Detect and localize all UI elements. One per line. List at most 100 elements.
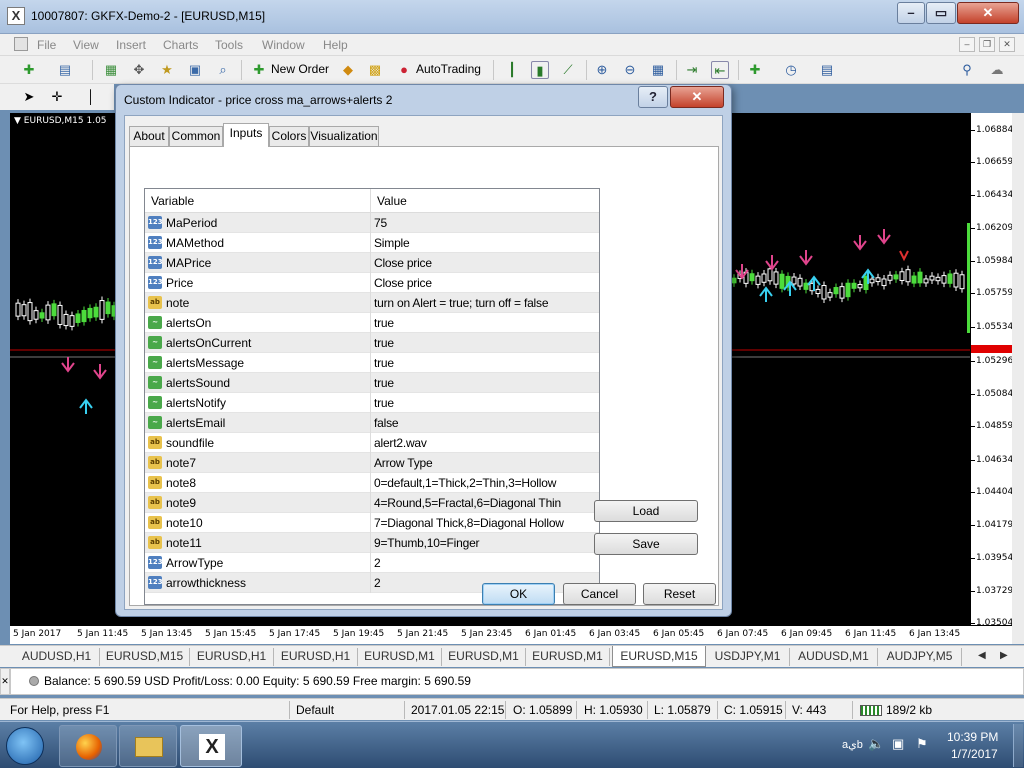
new-chart-icon[interactable]: ✚ [20,61,38,79]
input-value-cell[interactable]: Close price [374,256,432,270]
metatrader-taskbar-button[interactable]: X [180,725,242,767]
input-row[interactable]: ~ alertsMessage true [145,353,599,373]
dialog-close-button[interactable]: ✕ [670,86,724,108]
terminal-close-icon[interactable]: ✕ [0,668,10,695]
column-header-variable[interactable]: Variable [145,189,371,213]
menu-charts[interactable]: Charts [163,38,198,52]
chart-tab[interactable]: EURUSD,M1 [358,648,442,666]
input-value-cell[interactable]: 75 [374,216,387,230]
chart-tab[interactable]: EURUSD,M1 [442,648,526,666]
new-order-button[interactable]: New Order [271,62,329,76]
templates-icon[interactable]: ▤ [818,61,836,79]
mdi-close-button[interactable]: ✕ [999,37,1015,52]
input-value-cell[interactable]: false [374,416,399,430]
input-row[interactable]: ~ alertsSound true [145,373,599,393]
chart-tab[interactable]: EURUSD,M1 [526,648,610,666]
tab-scroll-left-icon[interactable]: ◀ [978,650,986,661]
save-button[interactable]: Save [594,533,698,555]
chart-tab[interactable]: USDJPY,M1 [706,648,790,666]
new-order-icon[interactable]: ✚ [250,61,268,79]
input-value-cell[interactable]: Arrow Type [374,456,433,470]
input-row[interactable]: 123 ArrowType 2 [145,553,599,573]
input-row[interactable]: ab soundfile alert2.wav [145,433,599,453]
market-watch-icon[interactable]: ▦ [102,61,120,79]
auto-trading-icon[interactable]: ● [395,61,413,79]
input-row[interactable]: ab note7 Arrow Type [145,453,599,473]
tab-inputs[interactable]: Inputs [223,123,269,147]
input-value-cell[interactable]: true [374,376,394,390]
data-window-icon[interactable]: ✥ [130,61,148,79]
tile-windows-icon[interactable]: ▦ [649,61,667,79]
zoom-out-icon[interactable]: ⊖ [621,61,639,79]
chat-icon[interactable]: ☁ [988,61,1006,79]
input-value-cell[interactable]: Simple [374,236,410,250]
firefox-taskbar-button[interactable] [59,725,117,767]
auto-trading-button[interactable]: AutoTrading [416,62,481,76]
strategy-tester-icon[interactable]: ⌕ [214,61,232,79]
autoscroll-icon[interactable]: ⇤ [711,61,729,79]
line-chart-icon[interactable]: ⟋ [559,61,577,79]
chart-tab[interactable]: AUDJPY,M5 [878,648,962,666]
clock-time[interactable]: 10:39 PM [947,730,998,744]
profiles-icon[interactable]: ▤ [56,61,74,79]
mdi-minimize-button[interactable]: – [959,37,975,52]
input-row[interactable]: ~ alertsOn true [145,313,599,333]
column-header-value[interactable]: Value [371,189,599,213]
input-row[interactable]: 123 Price Close price [145,273,599,293]
menu-tools[interactable]: Tools [215,38,243,52]
minimize-button[interactable]: – [897,2,925,24]
input-value-cell[interactable]: Close price [374,276,432,290]
periods-clock-icon[interactable]: ◷ [782,61,800,79]
search-icon[interactable]: ⚲ [958,61,976,79]
crosshair-icon[interactable]: ✛ [48,88,66,106]
navigator-icon[interactable]: ★ [158,61,176,79]
input-row[interactable]: ab note10 7=Diagonal Thick,8=Diagonal Holl… [145,513,599,533]
inputs-table[interactable]: Variable Value 123 MaPeriod 75 123 MAMethod S… [144,188,600,605]
input-row[interactable]: ~ alertsEmail false [145,413,599,433]
reset-button[interactable]: Reset [643,583,716,605]
input-value-cell[interactable]: alert2.wav [374,436,427,450]
chart-window-icon[interactable] [14,37,28,51]
load-button[interactable]: Load [594,500,698,522]
flag-icon[interactable]: ⚑ [916,736,928,752]
input-value-cell[interactable]: 0=default,1=Thick,2=Thin,3=Hollow [374,476,556,490]
input-row[interactable]: ab note11 9=Thumb,10=Finger [145,533,599,553]
dialog-help-button[interactable]: ? [638,86,668,108]
tab-colors[interactable]: Colors [269,126,309,146]
signals-icon[interactable]: ▩ [366,61,384,79]
menu-view[interactable]: View [73,38,99,52]
input-value-cell[interactable]: 7=Diagonal Thick,8=Diagonal Hollow [374,516,564,530]
input-value-cell[interactable]: true [374,356,394,370]
language-indicator[interactable]: aيb [842,738,863,751]
maximize-button[interactable]: ▭ [926,2,956,24]
input-row[interactable]: 123 MAPrice Close price [145,253,599,273]
explorer-taskbar-button[interactable] [119,725,177,767]
input-value-cell[interactable]: 9=Thumb,10=Finger [374,536,480,550]
input-value-cell[interactable]: true [374,316,394,330]
chart-tab[interactable]: AUDUSD,H1 [14,648,100,666]
chart-tab[interactable]: EURUSD,M15 [100,648,190,666]
clock-date[interactable]: 1/7/2017 [951,747,998,761]
volume-icon[interactable]: 🔈 [868,736,884,752]
cancel-button[interactable]: Cancel [563,583,636,605]
menu-help[interactable]: Help [323,38,348,52]
terminal-icon[interactable]: ▣ [186,61,204,79]
chart-tab[interactable]: EURUSD,H1 [274,648,358,666]
input-row[interactable]: 123 MaPeriod 75 [145,213,599,233]
show-desktop-button[interactable] [1013,724,1023,767]
metaeditor-icon[interactable]: ◆ [339,61,357,79]
input-row[interactable]: ab note turn on Alert = true; turn off = f… [145,293,599,313]
chart-tab[interactable]: AUDUSD,M1 [790,648,878,666]
input-value-cell[interactable]: true [374,396,394,410]
right-scrollbar[interactable] [1012,113,1024,644]
cursor-icon[interactable]: ➤ [20,88,38,106]
input-row[interactable]: 123 MAMethod Simple [145,233,599,253]
start-button[interactable] [6,727,44,765]
bar-chart-icon[interactable]: ┃ [503,61,521,79]
chart-tab[interactable]: EURUSD,H1 [190,648,274,666]
indicators-icon[interactable]: ✚ [746,61,764,79]
menu-insert[interactable]: Insert [116,38,146,52]
tab-about[interactable]: About [129,126,169,146]
chart-tab[interactable]: EURUSD,M15 [612,646,706,667]
vertical-line-icon[interactable]: │ [82,88,100,106]
